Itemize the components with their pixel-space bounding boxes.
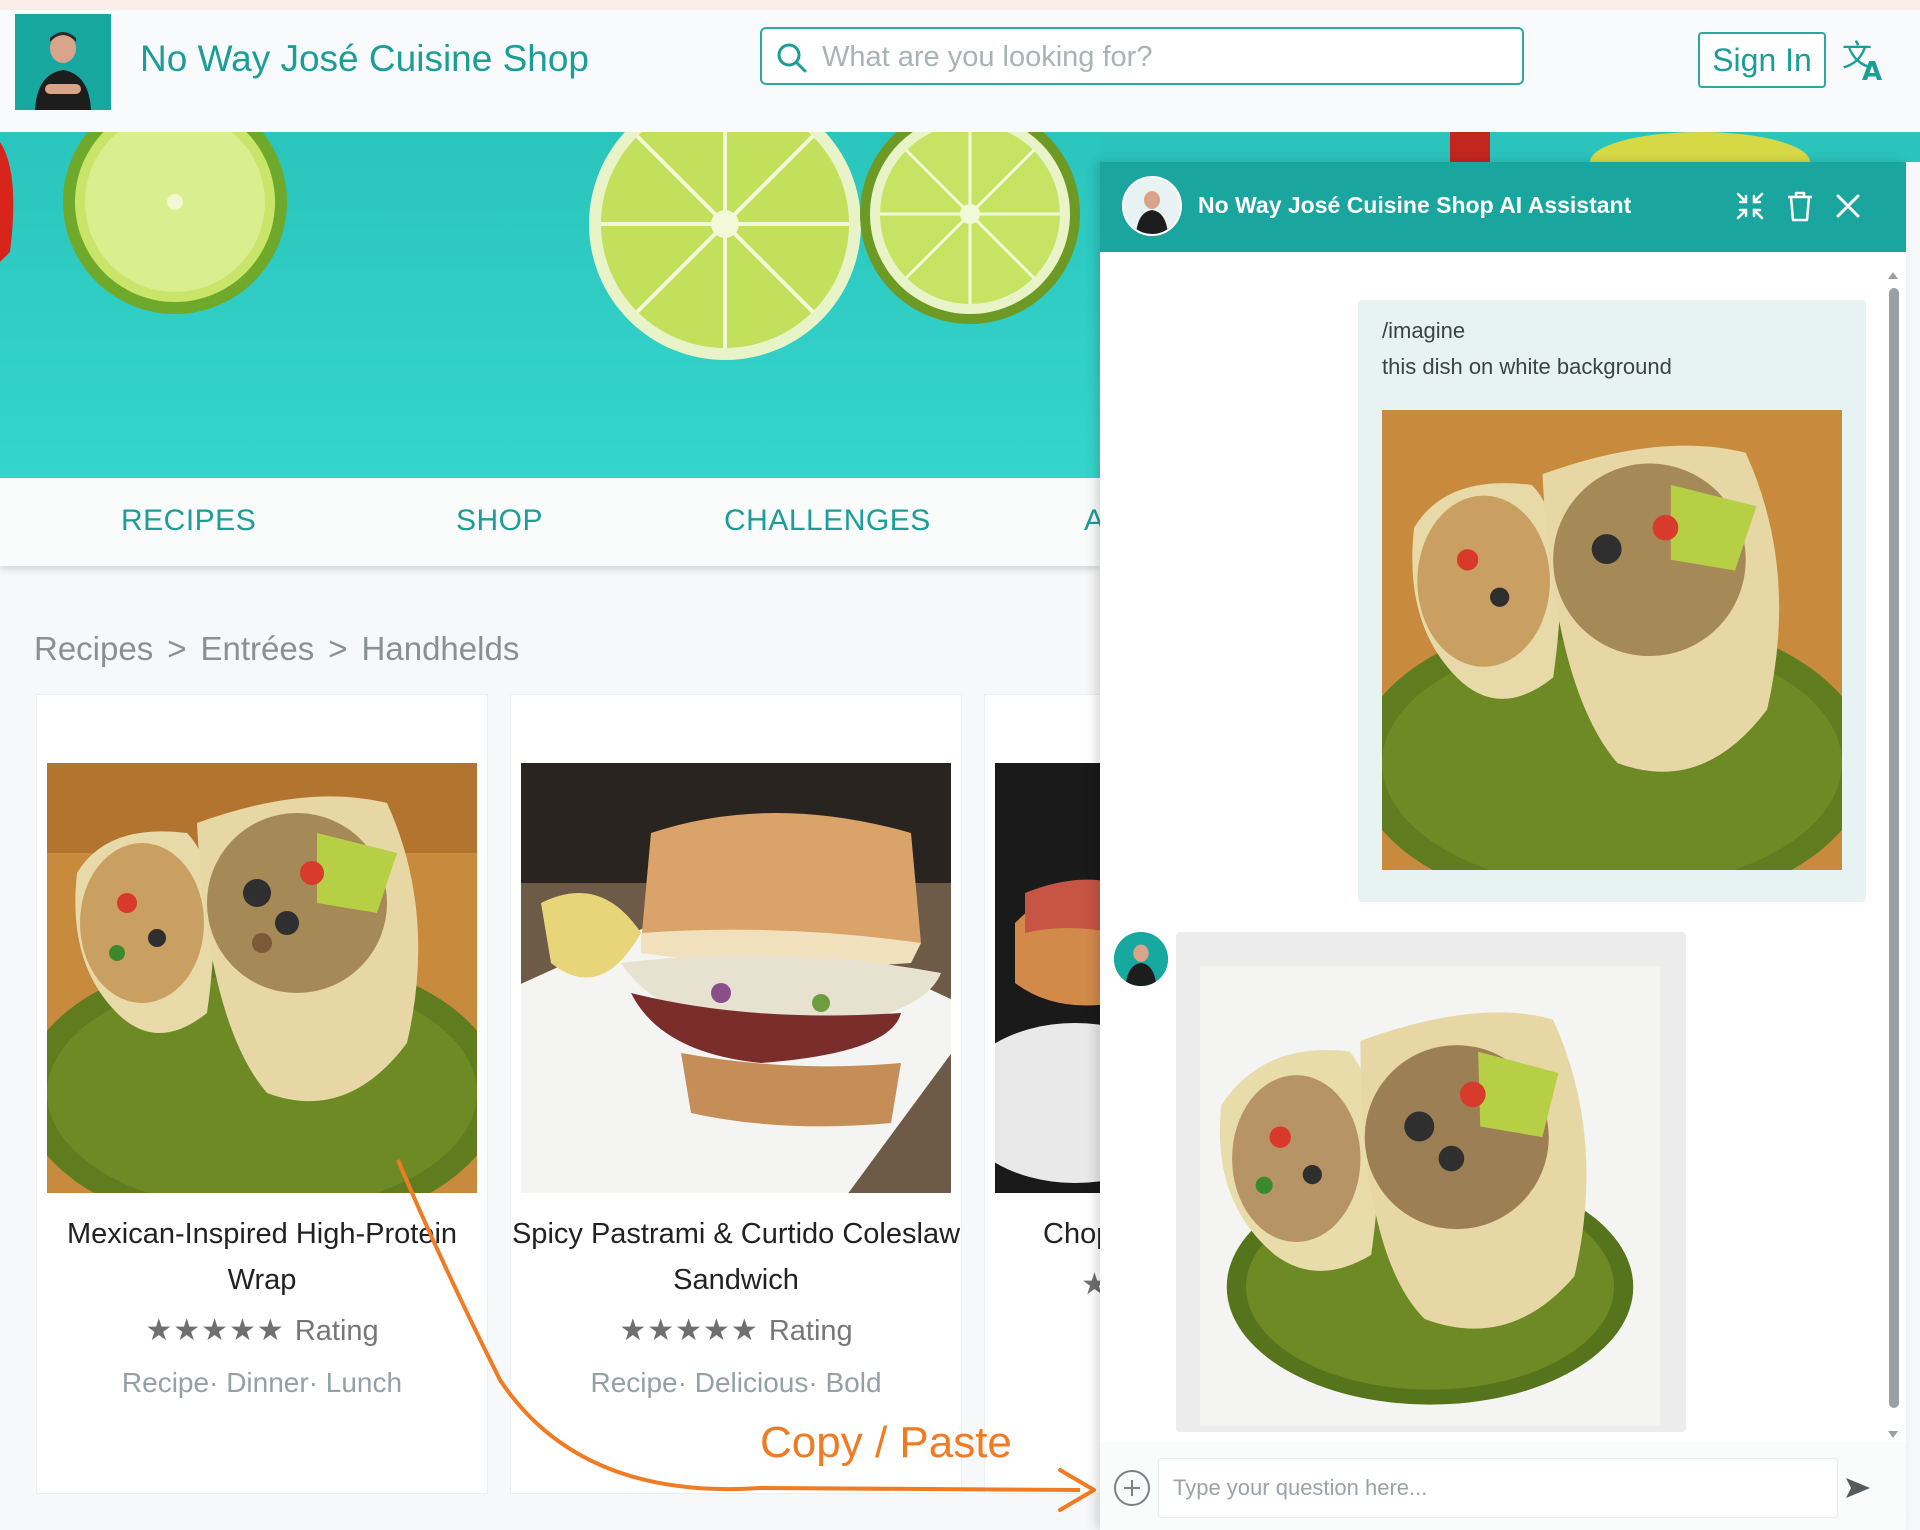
generated-wrap-image[interactable] [1200, 966, 1660, 1426]
user-text: this dish on white background [1382, 354, 1672, 379]
wrap-photo[interactable] [47, 763, 477, 1193]
star-rating-icon: ★★★★★ [145, 1314, 285, 1347]
recipe-card-sandwich[interactable]: Spicy Pastrami & Curtido Coleslaw Sandwi… [510, 694, 962, 1494]
chat-title: No Way José Cuisine Shop AI Assistant [1198, 192, 1632, 218]
breadcrumb-recipes[interactable]: Recipes [34, 630, 153, 667]
assistant-avatar [1114, 932, 1168, 986]
sandwich-photo[interactable] [521, 763, 951, 1193]
hero-banner-right [1100, 132, 1920, 162]
recipe-tags: Recipe· Dinner· Lunch [121, 1367, 403, 1398]
tab-recipes[interactable]: RECIPES [121, 504, 256, 538]
svg-text:A: A [1862, 57, 1882, 84]
search-input[interactable] [820, 37, 1504, 77]
star-rating-icon: ★★★★★ [619, 1314, 759, 1347]
copy-paste-label: Copy / Paste [760, 1418, 1012, 1467]
add-attachment-icon[interactable] [1112, 1468, 1152, 1508]
pasted-wrap-image[interactable] [1382, 410, 1842, 870]
recipe-card-wrap[interactable]: Mexican-Inspired High-Protein Wrap ★★★★★… [36, 694, 488, 1494]
collapse-icon[interactable] [1732, 188, 1768, 224]
user-message: /imagine this dish on white background [1358, 300, 1866, 902]
breadcrumb-entrees[interactable]: Entrées [201, 630, 315, 667]
trash-icon[interactable] [1782, 188, 1818, 224]
hero-banner [0, 132, 1100, 478]
shop-logo[interactable] [15, 14, 111, 110]
breadcrumb-handhelds[interactable]: Handhelds [362, 630, 520, 667]
scroll-down-icon[interactable] [1886, 1430, 1900, 1440]
breadcrumb: Recipes > Entrées > Handhelds [34, 630, 519, 668]
chat-scrollbar[interactable] [1886, 270, 1900, 1450]
scroll-up-icon[interactable] [1886, 270, 1900, 280]
recipe-title[interactable]: Mexican-Inspired High-Protein Wrap [37, 1211, 487, 1303]
recipe-title[interactable]: Chop [985, 1211, 1113, 1257]
chef-avatar-icon [15, 14, 111, 110]
main-nav: RECIPES SHOP CHALLENGES A [0, 478, 1104, 566]
tab-shop[interactable]: SHOP [456, 504, 543, 538]
chat-header: No Way José Cuisine Shop AI Assistant [1100, 162, 1906, 252]
search-box[interactable] [760, 27, 1524, 85]
site-header: No Way José Cuisine Shop Sign In 文 A [0, 10, 1920, 132]
assistant-avatar [1122, 176, 1182, 236]
shop-name[interactable]: No Way José Cuisine Shop [140, 38, 589, 80]
chat-input[interactable] [1158, 1458, 1838, 1518]
chef-avatar-icon [1124, 178, 1180, 234]
hotdog-photo[interactable] [995, 763, 1113, 1193]
assistant-message [1176, 932, 1686, 1432]
recipe-rating: ★★★★★ Rating [619, 1314, 853, 1347]
translate-icon[interactable]: 文 A [1840, 36, 1888, 84]
search-icon [777, 43, 807, 73]
sign-in-button[interactable]: Sign In [1698, 32, 1826, 88]
recipe-rating: ★ [985, 1267, 1113, 1302]
scroll-thumb[interactable] [1889, 288, 1899, 1408]
recipe-tags: Recipe· Delicious· Bold [590, 1367, 882, 1398]
user-command: /imagine [1382, 318, 1466, 343]
chevron-right-icon: > [328, 630, 348, 667]
recipe-card-partial[interactable]: Chop ★ [984, 694, 1114, 1494]
ai-assistant-panel: No Way José Cuisine Shop AI Assistant /i… [1100, 162, 1906, 1530]
chevron-right-icon: > [167, 630, 187, 667]
chef-avatar-icon [1114, 932, 1168, 986]
recipe-title[interactable]: Spicy Pastrami & Curtido Coleslaw Sandwi… [511, 1211, 961, 1303]
limes-illustration [0, 132, 1080, 360]
chat-messages[interactable]: /imagine this dish on white background [1100, 252, 1906, 1442]
close-icon[interactable] [1830, 188, 1866, 224]
chat-composer [1100, 1442, 1906, 1530]
send-icon[interactable] [1842, 1472, 1874, 1504]
top-strip [0, 0, 1920, 10]
tab-challenges[interactable]: CHALLENGES [724, 504, 931, 538]
recipe-rating: ★★★★★ Rating [145, 1314, 379, 1347]
